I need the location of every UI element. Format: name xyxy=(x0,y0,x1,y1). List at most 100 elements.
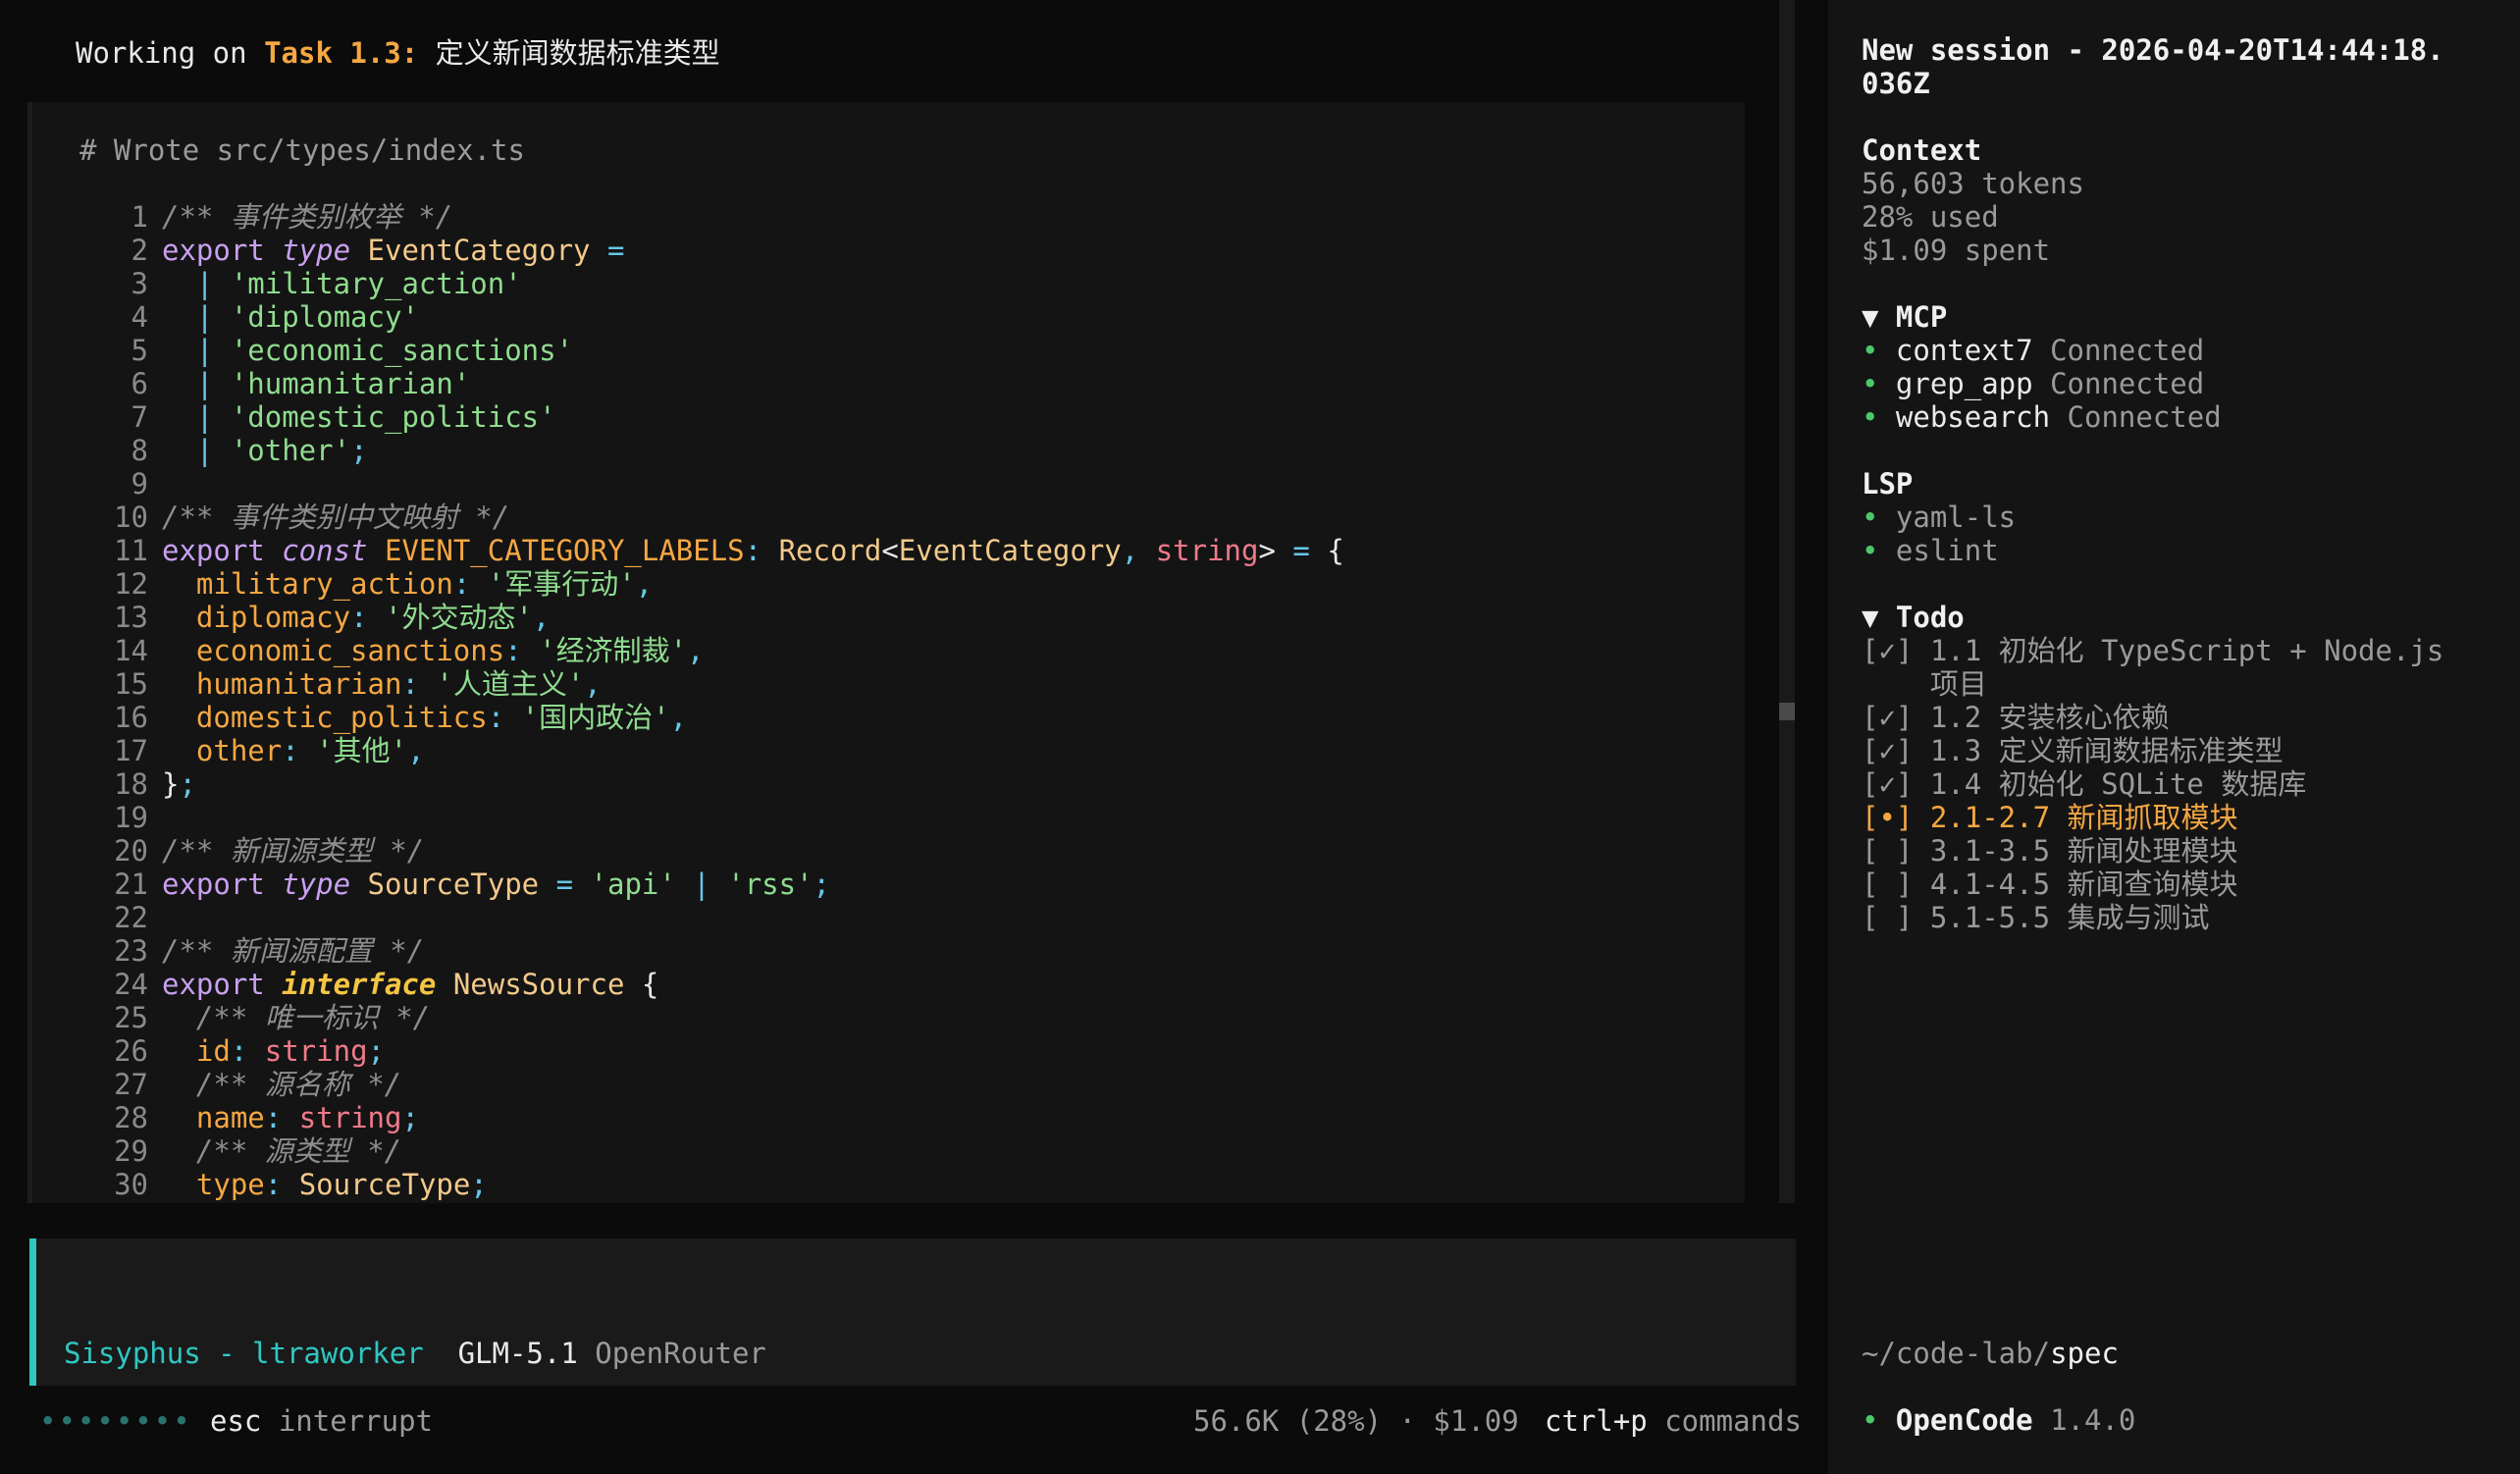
code-file-title: # Wrote src/types/index.ts xyxy=(79,133,525,167)
code-token: /** 源类型 */ xyxy=(162,1134,402,1168)
code-text: domestic_politics: '国内政治', xyxy=(162,701,687,734)
line-number: 6 xyxy=(131,367,148,400)
code-token: : xyxy=(264,1101,299,1134)
line-number: 28 xyxy=(114,1101,148,1134)
context-spent: $1.09 spent xyxy=(1862,234,2051,267)
line-number: 23 xyxy=(114,934,148,968)
todo-heading[interactable]: ▼ Todo xyxy=(1862,601,1965,634)
code-token: : xyxy=(350,601,385,634)
progress-dots: •••••••• xyxy=(39,1404,192,1438)
line-number: 8 xyxy=(131,434,148,467)
code-text: /** 新闻源配置 */ xyxy=(162,934,424,968)
context-heading: Context xyxy=(1862,133,1982,167)
interrupt-hint[interactable]: esc interrupt xyxy=(210,1403,433,1439)
code-text: }; xyxy=(162,767,196,801)
code-token: , xyxy=(532,601,551,634)
line-number: 26 xyxy=(114,1034,148,1068)
code-token: > xyxy=(1258,534,1276,567)
code-token: 'economic_sanctions' xyxy=(230,334,574,367)
app-version-number: 1.4.0 xyxy=(2032,1403,2136,1437)
working-directory: ~/code-lab/spec xyxy=(1862,1337,2119,1370)
code-text: diplomacy: '外交动态', xyxy=(162,601,550,634)
code-token: SourceType xyxy=(367,868,540,901)
code-token: { xyxy=(624,968,659,1001)
code-token: , xyxy=(669,701,688,734)
code-token: export xyxy=(162,534,283,567)
scrollbar-thumb[interactable] xyxy=(1779,703,1795,720)
code-token: EventCategory xyxy=(367,234,591,267)
usage-summary: 56.6K (28%) · $1.09 xyxy=(1193,1404,1519,1438)
mcp-item-grep-app: • grep_app Connected xyxy=(1862,367,2205,400)
code-token: /** 源名称 */ xyxy=(162,1068,402,1101)
code-token: , xyxy=(635,567,654,601)
esc-key: esc xyxy=(210,1404,262,1438)
code-token: , xyxy=(407,734,425,767)
code-text: /** 事件类别中文映射 */ xyxy=(162,500,509,534)
todo-item: [✓] 1.3 定义新闻数据标准类型 xyxy=(1862,734,2284,767)
agent-name[interactable]: Sisyphus - ltraworker xyxy=(64,1337,424,1370)
code-token: other xyxy=(162,734,283,767)
code-token: /** 事件类别中文映射 */ xyxy=(162,500,510,534)
code-token: '军事行动' xyxy=(487,567,636,601)
app-name: OpenCode xyxy=(1895,1403,2033,1437)
code-token: 'other' xyxy=(230,434,351,467)
code-token: , xyxy=(584,667,602,701)
code-token: /** 新闻源类型 */ xyxy=(162,834,425,868)
code-token: , xyxy=(1121,534,1156,567)
mcp-heading[interactable]: ▼ MCP xyxy=(1862,300,1947,334)
line-number: 30 xyxy=(114,1168,148,1201)
code-text: humanitarian: '人道主义', xyxy=(162,667,602,701)
line-number: 25 xyxy=(114,1001,148,1034)
code-token: 'military_action' xyxy=(230,267,522,300)
todo-item: [ ] 4.1-4.5 新闻查询模块 xyxy=(1862,868,2238,901)
line-number: 15 xyxy=(114,667,148,701)
commands-hint[interactable]: ctrl+p commands xyxy=(1545,1403,1802,1439)
code-text: export type EventCategory = xyxy=(162,234,624,267)
line-number: 13 xyxy=(114,601,148,634)
code-token: : xyxy=(264,1168,299,1201)
cmd-key: ctrl+p xyxy=(1545,1404,1648,1438)
code-token: interface xyxy=(282,968,453,1001)
code-text: /** 源名称 */ xyxy=(162,1068,401,1101)
code-token: /** 新闻源配置 */ xyxy=(162,934,425,968)
line-number: 14 xyxy=(114,634,148,667)
code-output-panel[interactable]: # Wrote src/types/index.ts 1 /** 事件类别枚举 *… xyxy=(27,102,1745,1203)
code-token: | xyxy=(162,300,231,334)
code-text: /** 事件类别枚举 */ xyxy=(162,200,452,234)
cmd-label: commands xyxy=(1647,1404,1802,1438)
code-token: const xyxy=(282,534,385,567)
line-number: 20 xyxy=(114,834,148,868)
code-token: domestic_politics xyxy=(162,701,488,734)
todo-item: [ ] 5.1-5.5 集成与测试 xyxy=(1862,901,2210,934)
code-token: humanitarian xyxy=(162,667,402,701)
code-token: : xyxy=(452,567,488,601)
model-name[interactable]: GLM-5.1 xyxy=(458,1337,578,1370)
code-text: other: '其他', xyxy=(162,734,425,767)
line-number: 29 xyxy=(114,1134,148,1168)
code-token: : xyxy=(487,701,522,734)
line-number: 7 xyxy=(131,400,148,434)
esc-label: interrupt xyxy=(261,1404,433,1438)
code-token: = xyxy=(1275,534,1328,567)
mcp-item-context7: • context7 Connected xyxy=(1862,334,2205,367)
provider-name: OpenRouter xyxy=(595,1337,766,1370)
line-number: 18 xyxy=(114,767,148,801)
code-token: /** 唯一标识 */ xyxy=(162,1001,431,1034)
todo-item: [✓] 1.2 安装核心依赖 xyxy=(1862,701,2170,734)
code-token: military_action xyxy=(162,567,453,601)
code-token: , xyxy=(687,634,705,667)
line-number: 4 xyxy=(131,300,148,334)
session-title: New session - 2026-04-20T14:44:18. xyxy=(1862,33,2444,67)
code-token: type xyxy=(282,868,368,901)
code-text: type: SourceType; xyxy=(162,1168,488,1201)
code-token: ; xyxy=(470,1168,488,1201)
code-token: | xyxy=(162,267,231,300)
scrollbar-track[interactable] xyxy=(1779,0,1795,1203)
code-token: economic_sanctions xyxy=(162,634,505,667)
code-text: id: string; xyxy=(162,1034,385,1068)
code-token: : xyxy=(282,734,317,767)
mcp-item-websearch: • websearch Connected xyxy=(1862,400,2222,434)
status-dot-icon: • xyxy=(1862,334,1896,367)
status-dot-icon: • xyxy=(1862,534,1896,567)
code-token: SourceType xyxy=(298,1168,471,1201)
